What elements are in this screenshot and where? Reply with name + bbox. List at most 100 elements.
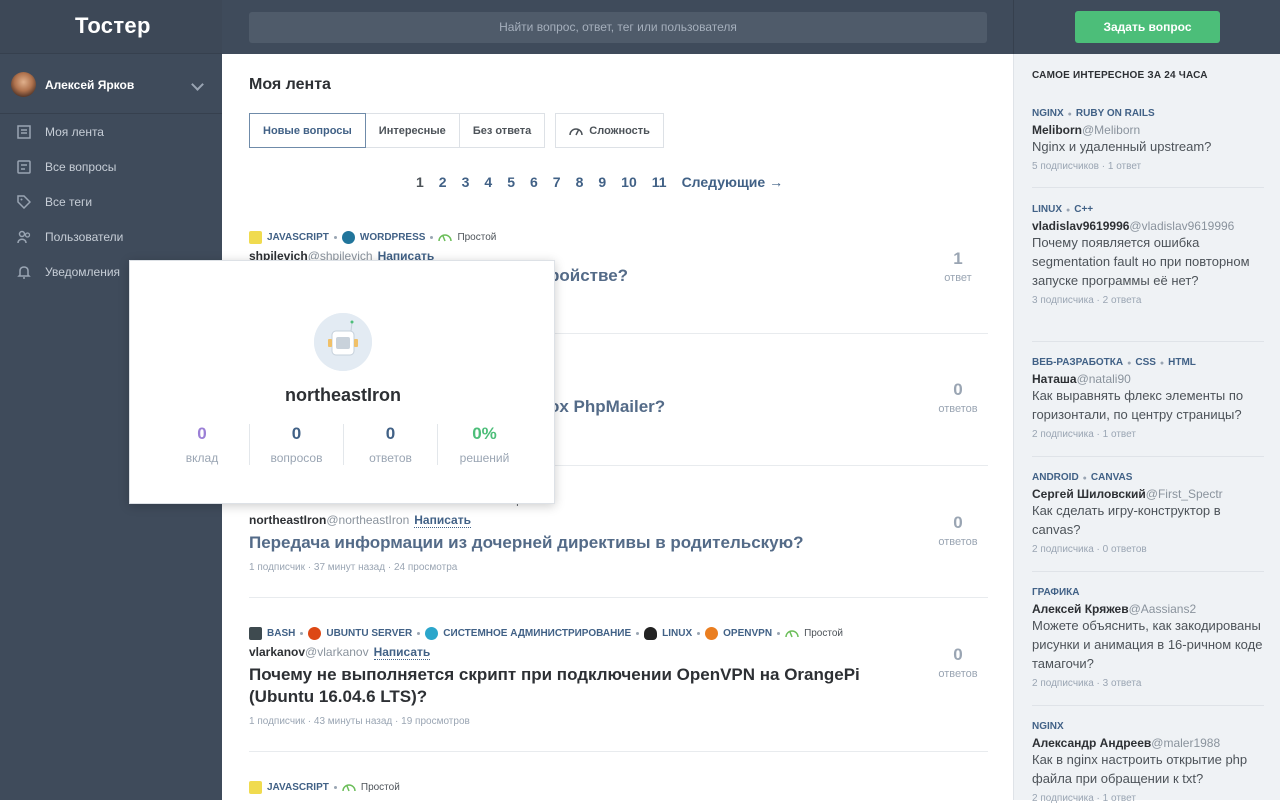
tag-link[interactable]: RUBY ON RAILS bbox=[1076, 108, 1155, 119]
tag-javascript[interactable]: JAVASCRIPT bbox=[249, 230, 329, 244]
hot-question-title[interactable]: Почему появляется ошибка segmentation fa… bbox=[1032, 233, 1264, 290]
author-name[interactable]: northeastIron bbox=[249, 513, 326, 527]
tag-openvpn[interactable]: OPENVPN bbox=[705, 626, 772, 640]
tag-bash[interactable]: BASH bbox=[249, 626, 295, 640]
page-11[interactable]: 11 bbox=[652, 174, 667, 190]
tab-bar: Новые вопросы Интересные Без ответа Слож… bbox=[249, 113, 664, 148]
user-name[interactable]: vladislav9619996 bbox=[1032, 219, 1129, 233]
tag-ubuntu-server[interactable]: UBUNTU SERVER bbox=[308, 626, 412, 640]
tab-interesting[interactable]: Интересные bbox=[365, 113, 460, 148]
tag-link[interactable]: C++ bbox=[1074, 204, 1093, 215]
hot-question-meta: 5 подписчиков · 1 ответ bbox=[1032, 161, 1142, 172]
tag-link[interactable]: CANVAS bbox=[1091, 472, 1132, 483]
author-name[interactable]: vlarkanov bbox=[249, 645, 305, 659]
hot-question-title[interactable]: Можете объяснить, как закодированы рисун… bbox=[1032, 616, 1264, 673]
tag-wordpress[interactable]: WORDPRESS bbox=[341, 230, 425, 244]
sidebar-item-tags[interactable]: Все теги bbox=[0, 187, 222, 217]
logo-area: Тостер bbox=[0, 0, 222, 54]
page-10[interactable]: 10 bbox=[621, 174, 637, 190]
stat-answers[interactable]: 0 ответов bbox=[343, 424, 437, 465]
user-nick: @Meliborn bbox=[1082, 123, 1141, 137]
divider bbox=[249, 751, 988, 752]
user-name[interactable]: Александр Андреев bbox=[1032, 736, 1151, 750]
next-page-link[interactable]: Следующие → bbox=[682, 174, 784, 190]
hot-question-title[interactable]: Как выравнять флекс элементы по горизонт… bbox=[1032, 386, 1264, 424]
hot-question-title[interactable]: Как сделать игру-конструктор в canvas? bbox=[1032, 501, 1264, 539]
question-tags: BASH UBUNTU SERVER СИСТЕМНОЕ АДМИНИСТРИР… bbox=[249, 625, 988, 641]
javascript-icon bbox=[249, 780, 262, 794]
stat-solutions[interactable]: 0% решений bbox=[437, 424, 531, 465]
tag-link[interactable]: NGINX bbox=[1032, 108, 1064, 119]
page-8[interactable]: 8 bbox=[576, 174, 584, 190]
tag-link[interactable]: ANDROID bbox=[1032, 472, 1079, 483]
feed-icon bbox=[16, 124, 32, 140]
hot-question-title[interactable]: Как в nginx настроить открытие php файла… bbox=[1032, 750, 1264, 788]
user-name[interactable]: Сергей Шиловский bbox=[1032, 487, 1146, 501]
tab-unanswered[interactable]: Без ответа bbox=[459, 113, 546, 148]
sidebar-item-questions[interactable]: Все вопросы bbox=[0, 152, 222, 182]
tag-sysadmin[interactable]: СИСТЕМНОЕ АДМИНИСТРИРОВАНИЕ bbox=[425, 626, 631, 640]
tag-link[interactable]: ВЕБ-РАЗРАБОТКА bbox=[1032, 357, 1123, 368]
hot-question-tags: NGINX ● RUBY ON RAILS bbox=[1032, 108, 1155, 119]
tag-link[interactable]: HTML bbox=[1168, 357, 1196, 368]
avatar bbox=[314, 313, 372, 371]
sidebar-item-feed[interactable]: Моя лента bbox=[0, 117, 222, 147]
question-author: vlarkanov@vlarkanov Написать bbox=[249, 645, 988, 660]
user-nick: @maler1988 bbox=[1151, 736, 1221, 750]
ubuntu-icon bbox=[308, 626, 322, 640]
hot-question-user: Алексей Кряжев@Aassians2 bbox=[1032, 602, 1264, 616]
right-sidebar-title: САМОЕ ИНТЕРЕСНОЕ ЗА 24 ЧАСА bbox=[1032, 70, 1208, 81]
gauge-icon bbox=[342, 784, 356, 792]
stat-contribution[interactable]: 0 вклад bbox=[155, 424, 249, 465]
hot-question: NGINX ● RUBY ON RAILS Meliborn@Meliborn Ng… bbox=[1032, 108, 1264, 172]
tag-link[interactable]: NGINX bbox=[1032, 721, 1064, 732]
user-name[interactable]: Наташа bbox=[1032, 372, 1077, 386]
gauge-icon bbox=[785, 630, 799, 638]
tag-link[interactable]: CSS bbox=[1135, 357, 1156, 368]
question-item: BASH UBUNTU SERVER СИСТЕМНОЕ АДМИНИСТРИР… bbox=[249, 625, 988, 727]
write-link[interactable]: Написать bbox=[373, 645, 431, 660]
divider bbox=[1032, 341, 1264, 342]
tag-link[interactable]: LINUX bbox=[1032, 204, 1062, 215]
page-5[interactable]: 5 bbox=[507, 174, 515, 190]
logo[interactable]: Тостер bbox=[75, 13, 151, 39]
user-nick: @natali90 bbox=[1076, 372, 1131, 386]
sidebar-item-label: Моя лента bbox=[45, 125, 104, 139]
question-title[interactable]: Почему не выполняется скрипт при подключ… bbox=[249, 664, 919, 708]
tag-link[interactable]: ГРАФИКА bbox=[1032, 587, 1079, 598]
ask-question-button[interactable]: Задать вопрос bbox=[1075, 11, 1220, 43]
page-2[interactable]: 2 bbox=[439, 174, 447, 190]
user-name[interactable]: Алексей Кряжев bbox=[1032, 602, 1129, 616]
tag-linux[interactable]: LINUX bbox=[644, 626, 692, 640]
chevron-down-icon[interactable] bbox=[191, 78, 204, 91]
page-1[interactable]: 1 bbox=[416, 174, 424, 190]
sidebar-item-label: Уведомления bbox=[45, 265, 121, 279]
page-9[interactable]: 9 bbox=[598, 174, 606, 190]
search-input[interactable]: Найти вопрос, ответ, тег или пользовател… bbox=[249, 12, 987, 43]
stat-questions[interactable]: 0 вопросов bbox=[249, 424, 343, 465]
hot-question-user: Александр Андреев@maler1988 bbox=[1032, 736, 1264, 750]
popup-stats: 0 вклад 0 вопросов 0 ответов 0% решений bbox=[155, 424, 531, 465]
question-meta: 1 подписчик · 43 минуты назад · 19 просм… bbox=[249, 716, 470, 727]
user-menu[interactable]: Алексей Ярков bbox=[0, 54, 222, 114]
hot-question-tags: ANDROID ● CANVAS bbox=[1032, 472, 1133, 483]
gauge-icon bbox=[569, 126, 584, 136]
tag-javascript[interactable]: JAVASCRIPT bbox=[249, 780, 329, 794]
question-title[interactable]: Передача информации из дочерней директив… bbox=[249, 532, 919, 554]
page-6[interactable]: 6 bbox=[530, 174, 538, 190]
write-link[interactable]: Написать bbox=[414, 513, 471, 528]
hot-question-tags: ГРАФИКА bbox=[1032, 587, 1264, 598]
popup-user-name[interactable]: northeastIron bbox=[130, 385, 556, 406]
tab-complexity[interactable]: Сложность bbox=[555, 113, 664, 148]
page-3[interactable]: 3 bbox=[462, 174, 470, 190]
page-4[interactable]: 4 bbox=[484, 174, 492, 190]
user-name: Алексей Ярков bbox=[45, 78, 135, 92]
users-icon bbox=[16, 229, 32, 245]
user-name[interactable]: Meliborn bbox=[1032, 123, 1082, 137]
page-7[interactable]: 7 bbox=[553, 174, 561, 190]
tab-new-questions[interactable]: Новые вопросы bbox=[249, 113, 366, 148]
hot-question-title[interactable]: Nginx и удаленный upstream? bbox=[1032, 137, 1264, 156]
sidebar-item-users[interactable]: Пользователи bbox=[0, 222, 222, 252]
answers-count: 1 ответ bbox=[944, 249, 972, 284]
hot-question-meta: 3 подписчика · 2 ответа bbox=[1032, 295, 1142, 306]
